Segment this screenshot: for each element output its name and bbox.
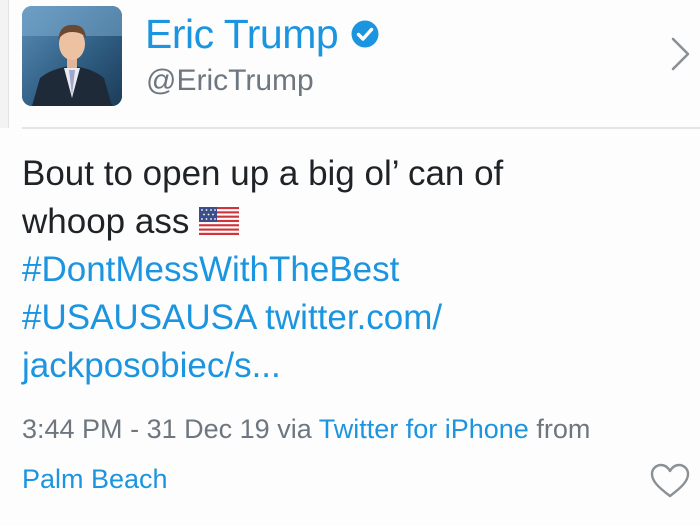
tweet-author-header[interactable]: Eric Trump @EricTrump	[0, 0, 700, 128]
via-label: via	[277, 414, 312, 444]
tweet-text: Bout to open up a big ol’ can of whoop a…	[22, 150, 682, 390]
avatar[interactable]	[22, 6, 122, 106]
header-divider	[22, 127, 700, 129]
heart-icon[interactable]	[650, 463, 690, 499]
chevron-right-icon[interactable]	[670, 36, 692, 72]
location-link[interactable]: Palm Beach	[22, 464, 168, 495]
display-name-row[interactable]: Eric Trump	[145, 8, 380, 60]
profile-photo	[22, 6, 122, 106]
tweet-text-line-4: #USAUSAUSA twitter.com/	[22, 294, 682, 342]
from-label: from	[536, 414, 591, 444]
display-name[interactable]: Eric Trump	[145, 11, 339, 58]
meta-separator: -	[130, 414, 140, 444]
us-flag-icon	[199, 207, 240, 235]
tweet-link-part-2[interactable]: jackposobiec/s...	[22, 342, 682, 390]
hashtag-usausausa[interactable]: #USAUSAUSA	[22, 298, 255, 337]
tweet-text-line-2: whoop ass	[22, 198, 682, 246]
tweet-time: 3:44 PM	[22, 414, 123, 444]
client-link[interactable]: Twitter for iPhone	[319, 414, 529, 444]
hashtag-dontmesswiththebest[interactable]: #DontMessWithTheBest	[22, 246, 682, 294]
verified-badge-icon	[351, 20, 379, 48]
tweet-link-part-1[interactable]: twitter.com/	[265, 298, 442, 337]
tweet-text-whoop: whoop ass	[22, 202, 190, 241]
tweet-meta: 3:44 PM - 31 Dec 19 via Twitter for iPho…	[22, 414, 590, 445]
tweet-text-line-1: Bout to open up a big ol’ can of	[22, 154, 504, 193]
user-handle[interactable]: @EricTrump	[146, 64, 314, 98]
tweet-detail-screen: Eric Trump @EricTrump Bout to open up a …	[0, 0, 700, 525]
tweet-date: 31 Dec 19	[146, 414, 270, 444]
